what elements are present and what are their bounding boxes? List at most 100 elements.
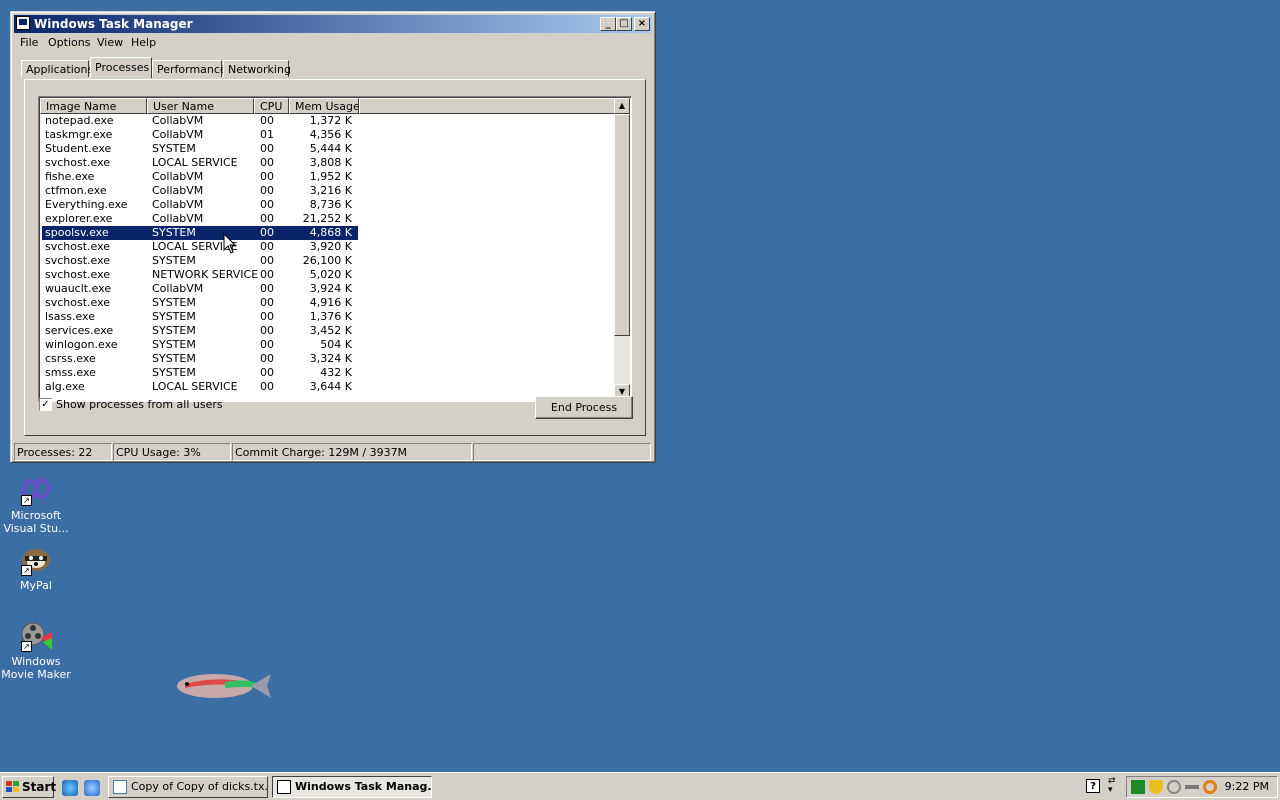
table-row[interactable]: notepad.exe CollabVM 00 1,372 K	[42, 114, 358, 128]
process-image-name: svchost.exe	[45, 254, 111, 267]
menu-view[interactable]: View	[97, 36, 123, 49]
process-image-name: taskmgr.exe	[45, 128, 113, 141]
process-cpu: 00	[260, 338, 274, 351]
table-row[interactable]: fishe.exe CollabVM 00 1,952 K	[42, 170, 358, 184]
tab-performance[interactable]: Performance	[152, 60, 227, 77]
desktop-icon-mypal[interactable]: ↗ MyPal	[0, 542, 72, 592]
process-image-name: svchost.exe	[45, 268, 111, 281]
table-row[interactable]: explorer.exe CollabVM 00 21,252 K	[42, 212, 358, 226]
tab-processes[interactable]: Processes	[90, 57, 152, 78]
process-mem-usage: 1,372 K	[309, 114, 352, 127]
tab-applications[interactable]: Applications	[21, 60, 93, 77]
show-all-users-checkbox[interactable]: ✓	[39, 398, 52, 411]
table-row[interactable]: svchost.exe NETWORK SERVICE 00 5,020 K	[42, 268, 358, 282]
tab-networking[interactable]: Networking	[223, 60, 291, 77]
process-list[interactable]: Image Name User Name CPU Mem Usage notep…	[38, 96, 632, 402]
process-user-name: SYSTEM	[152, 296, 196, 309]
process-cpu: 00	[260, 324, 274, 337]
search-icon[interactable]	[1203, 780, 1217, 794]
shortcut-arrow-icon: ↗	[21, 565, 32, 576]
process-mem-usage: 4,916 K	[309, 296, 352, 309]
movie-maker-icon: ↗	[19, 618, 53, 652]
mypal-icon: ↗	[19, 542, 53, 576]
green-square-icon[interactable]	[1131, 780, 1145, 794]
scroll-thumb[interactable]	[614, 114, 630, 336]
vertical-scrollbar[interactable]: ▲ ▼	[614, 98, 630, 400]
process-mem-usage: 3,924 K	[309, 282, 352, 295]
title-bar[interactable]: Windows Task Manager _ □ ×	[14, 15, 652, 33]
process-mem-usage: 4,868 K	[309, 226, 352, 239]
language-bar-icon[interactable]: ⇄ ▾	[1108, 777, 1116, 795]
show-desktop-icon[interactable]	[84, 780, 100, 796]
process-user-name: NETWORK SERVICE	[152, 268, 259, 281]
taskbar-item-task-manager[interactable]: Windows Task Manag...	[272, 776, 432, 798]
process-image-name: smss.exe	[45, 366, 96, 379]
taskbar-item-label: Copy of Copy of dicks.tx...	[131, 780, 268, 793]
column-image-name[interactable]: Image Name	[40, 98, 147, 114]
column-cpu[interactable]: CPU	[254, 98, 289, 114]
process-mem-usage: 3,452 K	[309, 324, 352, 337]
status-bar: Processes: 22 CPU Usage: 3% Commit Charg…	[14, 443, 652, 461]
process-cpu: 00	[260, 254, 274, 267]
minimize-button[interactable]: _	[600, 17, 616, 31]
process-image-name: lsass.exe	[45, 310, 95, 323]
process-user-name: CollabVM	[152, 198, 204, 211]
process-mem-usage: 3,808 K	[309, 156, 352, 169]
security-shield-icon[interactable]	[1149, 780, 1163, 794]
process-image-name: winlogon.exe	[45, 338, 118, 351]
process-image-name: svchost.exe	[45, 156, 111, 169]
table-row[interactable]: alg.exe LOCAL SERVICE 00 3,644 K	[42, 380, 358, 394]
table-row[interactable]: winlogon.exe SYSTEM 00 504 K	[42, 338, 358, 352]
task-manager-icon	[16, 16, 30, 30]
process-cpu: 00	[260, 268, 274, 281]
process-image-name: spoolsv.exe	[45, 226, 109, 239]
help-icon[interactable]: ?	[1086, 779, 1100, 793]
table-row[interactable]: wuauclt.exe CollabVM 00 3,924 K	[42, 282, 358, 296]
column-mem-usage[interactable]: Mem Usage	[289, 98, 359, 114]
table-row[interactable]: csrss.exe SYSTEM 00 3,324 K	[42, 352, 358, 366]
process-mem-usage: 3,216 K	[309, 184, 352, 197]
network-icon[interactable]	[1167, 780, 1181, 794]
table-row[interactable]: Everything.exe CollabVM 00 8,736 K	[42, 198, 358, 212]
table-row[interactable]: ctfmon.exe CollabVM 00 3,216 K	[42, 184, 358, 198]
notepad-icon	[113, 780, 127, 794]
table-row[interactable]: services.exe SYSTEM 00 3,452 K	[42, 324, 358, 338]
process-image-name: Student.exe	[45, 142, 112, 155]
table-row[interactable]: smss.exe SYSTEM 00 432 K	[42, 366, 358, 380]
desktop-icon-visual-studio[interactable]: ↗ Microsoft Visual Stu...	[0, 472, 72, 535]
taskbar-item-label: Windows Task Manag...	[295, 780, 432, 793]
process-cpu: 00	[260, 240, 274, 253]
table-row[interactable]: svchost.exe LOCAL SERVICE 00 3,920 K	[42, 240, 358, 254]
menu-options[interactable]: Options	[48, 36, 90, 49]
process-image-name: csrss.exe	[45, 352, 96, 365]
list-header: Image Name User Name CPU Mem Usage	[40, 98, 618, 114]
process-user-name: SYSTEM	[152, 324, 196, 337]
close-button[interactable]: ×	[634, 17, 650, 31]
menu-file[interactable]: File	[20, 36, 38, 49]
clock[interactable]: 9:22 PM	[1225, 777, 1269, 797]
maximize-button[interactable]: □	[616, 17, 632, 31]
process-cpu: 00	[260, 212, 274, 225]
desktop-icon-movie-maker[interactable]: ↗ Windows Movie Maker	[0, 618, 72, 681]
table-row[interactable]: svchost.exe SYSTEM 00 4,916 K	[42, 296, 358, 310]
table-row[interactable]: spoolsv.exe SYSTEM 00 4,868 K	[42, 226, 358, 240]
process-cpu: 00	[260, 184, 274, 197]
process-user-name: CollabVM	[152, 212, 204, 225]
scroll-up-button[interactable]: ▲	[614, 98, 630, 114]
table-row[interactable]: taskmgr.exe CollabVM 01 4,356 K	[42, 128, 358, 142]
internet-explorer-icon[interactable]	[62, 780, 78, 796]
process-cpu: 00	[260, 142, 274, 155]
table-row[interactable]: svchost.exe SYSTEM 00 26,100 K	[42, 254, 358, 268]
start-button[interactable]: Start	[2, 776, 56, 798]
menu-help[interactable]: Help	[131, 36, 156, 49]
table-row[interactable]: svchost.exe LOCAL SERVICE 00 3,808 K	[42, 156, 358, 170]
windows-logo-icon	[6, 781, 20, 793]
status-empty	[473, 443, 651, 461]
status-processes: Processes: 22	[14, 443, 112, 461]
table-row[interactable]: Student.exe SYSTEM 00 5,444 K	[42, 142, 358, 156]
volume-icon[interactable]	[1185, 785, 1199, 789]
table-row[interactable]: lsass.exe SYSTEM 00 1,376 K	[42, 310, 358, 324]
end-process-button[interactable]: End Process	[535, 396, 633, 419]
column-user-name[interactable]: User Name	[147, 98, 254, 114]
taskbar-item-notepad[interactable]: Copy of Copy of dicks.tx...	[108, 776, 268, 798]
